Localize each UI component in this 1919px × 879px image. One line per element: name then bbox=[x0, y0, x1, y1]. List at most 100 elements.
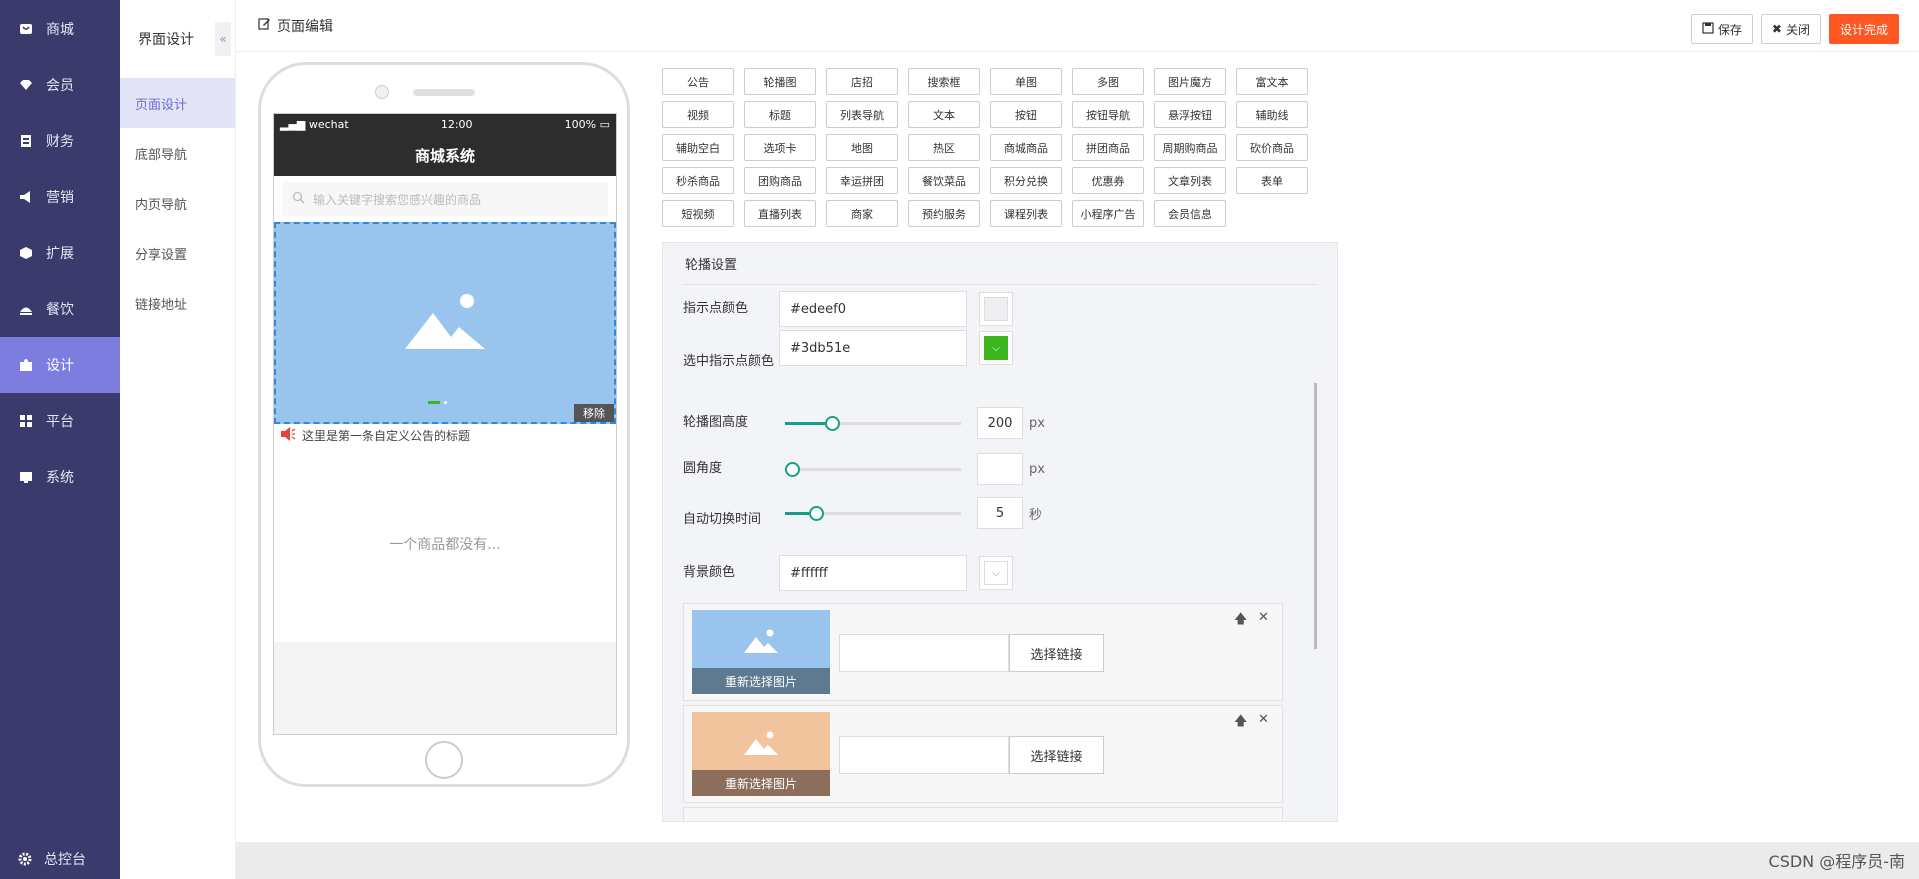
component-button[interactable]: 幸运拼团 bbox=[826, 167, 898, 194]
component-button[interactable]: 秒杀商品 bbox=[662, 167, 734, 194]
select-link-button[interactable]: 选择链接 bbox=[1009, 634, 1104, 672]
active-dot-color-picker[interactable]: ⌵ bbox=[979, 331, 1013, 365]
subnav-item-page-design[interactable]: 页面设计 bbox=[120, 78, 235, 128]
bg-color-picker[interactable]: ⌵ bbox=[979, 556, 1013, 590]
nav-item-marketing[interactable]: 营销 bbox=[0, 169, 120, 225]
move-up-icon[interactable]: 🡅 bbox=[1234, 610, 1247, 632]
component-button[interactable]: 表单 bbox=[1236, 167, 1308, 194]
component-button[interactable]: 课程列表 bbox=[990, 200, 1062, 227]
component-button[interactable]: 公告 bbox=[662, 68, 734, 95]
component-button[interactable]: 拼团商品 bbox=[1072, 134, 1144, 161]
component-button[interactable]: 搜索框 bbox=[908, 68, 980, 95]
component-button[interactable]: 辅助空白 bbox=[662, 134, 734, 161]
component-button[interactable]: 直播列表 bbox=[744, 200, 816, 227]
nav-item-finance[interactable]: 财务 bbox=[0, 113, 120, 169]
component-button[interactable]: 团购商品 bbox=[744, 167, 816, 194]
component-button[interactable]: 预约服务 bbox=[908, 200, 980, 227]
component-button[interactable]: 单图 bbox=[990, 68, 1062, 95]
component-button[interactable]: 店招 bbox=[826, 68, 898, 95]
component-button[interactable]: 按钮 bbox=[990, 101, 1062, 128]
close-button[interactable]: ✖ 关闭 bbox=[1760, 14, 1821, 44]
link-input[interactable] bbox=[839, 634, 1009, 672]
component-button[interactable]: 周期购商品 bbox=[1154, 134, 1226, 161]
image-thumbnail[interactable]: 重新选择图片 bbox=[692, 610, 830, 694]
carousel-image-item: 重新选择图片 选择链接 🡅 ✕ bbox=[683, 603, 1283, 701]
subnav-item-bottom-nav[interactable]: 底部导航 bbox=[120, 128, 235, 178]
dot-color-input[interactable]: #edeef0 bbox=[779, 291, 967, 327]
component-button[interactable]: 按钮导航 bbox=[1072, 101, 1144, 128]
component-button[interactable]: 视频 bbox=[662, 101, 734, 128]
component-button[interactable]: 热区 bbox=[908, 134, 980, 161]
nav-item-label: 会员 bbox=[46, 78, 74, 94]
subnav-item-inner-nav[interactable]: 内页导航 bbox=[120, 178, 235, 228]
save-button[interactable]: 保存 bbox=[1690, 14, 1753, 44]
nav-item-dashboard[interactable]: 总控台 bbox=[0, 839, 120, 879]
component-button[interactable]: 餐饮菜品 bbox=[908, 167, 980, 194]
slider-handle[interactable] bbox=[809, 506, 824, 521]
subnav-title-row: 界面设计 « bbox=[120, 0, 235, 78]
subnav-item-link-address[interactable]: 链接地址 bbox=[120, 278, 235, 328]
nav-item-platform[interactable]: 平台 bbox=[0, 393, 120, 449]
finish-design-button[interactable]: 设计完成 bbox=[1828, 14, 1899, 44]
phone-search-widget[interactable]: 输入关键字搜索您感兴趣的商品 bbox=[274, 176, 616, 222]
height-input[interactable]: 200 bbox=[977, 407, 1023, 439]
reselect-image-button[interactable]: 重新选择图片 bbox=[692, 668, 830, 694]
radius-unit: px bbox=[1029, 461, 1045, 477]
bg-color-input[interactable]: #ffffff bbox=[779, 555, 967, 591]
move-up-icon[interactable]: 🡅 bbox=[1234, 712, 1247, 734]
bg-color-row: 背景颜色 #ffffff ⌵ bbox=[683, 555, 1013, 591]
component-button[interactable]: 文本 bbox=[908, 101, 980, 128]
component-button[interactable]: 地图 bbox=[826, 134, 898, 161]
component-button[interactable]: 短视频 bbox=[662, 200, 734, 227]
component-button[interactable]: 多图 bbox=[1072, 68, 1144, 95]
select-link-button[interactable]: 选择链接 bbox=[1009, 736, 1104, 774]
nav-item-system[interactable]: 系统 bbox=[0, 449, 120, 505]
notice-widget[interactable]: 这里是第一条自定义公告的标题 bbox=[274, 424, 616, 446]
interval-slider[interactable] bbox=[785, 503, 961, 523]
close-icon[interactable]: ✕ bbox=[1258, 712, 1269, 727]
component-button[interactable]: 商家 bbox=[826, 200, 898, 227]
component-button[interactable]: 富文本 bbox=[1236, 68, 1308, 95]
nav-item-design[interactable]: 设计 bbox=[0, 337, 120, 393]
component-button[interactable]: 文章列表 bbox=[1154, 167, 1226, 194]
nav-item-shop[interactable]: 商城 bbox=[0, 1, 120, 57]
component-button[interactable]: 选项卡 bbox=[744, 134, 816, 161]
image-thumbnail[interactable]: 重新选择图片 bbox=[692, 712, 830, 796]
component-button[interactable]: 辅助线 bbox=[1236, 101, 1308, 128]
radius-slider[interactable] bbox=[785, 459, 961, 479]
subnav-item-share-settings[interactable]: 分享设置 bbox=[120, 228, 235, 278]
component-button[interactable]: 砍价商品 bbox=[1236, 134, 1308, 161]
interval-input[interactable]: 5 bbox=[977, 497, 1023, 529]
nav-item-member[interactable]: 会员 bbox=[0, 57, 120, 113]
phone-screen: ▂▄▆ wechat 12:00 100% ▭ 商城系统 输入关键字搜索您感兴趣… bbox=[273, 113, 617, 735]
nav-item-extend[interactable]: 扩展 bbox=[0, 225, 120, 281]
slider-handle[interactable] bbox=[825, 416, 840, 431]
active-dot-color-input[interactable]: #3db51e bbox=[779, 330, 967, 366]
phone-home-button bbox=[425, 741, 463, 779]
component-button[interactable]: 积分兑换 bbox=[990, 167, 1062, 194]
close-icon[interactable]: ✕ bbox=[1258, 610, 1269, 625]
reselect-image-button[interactable]: 重新选择图片 bbox=[692, 770, 830, 796]
dot-color-picker[interactable] bbox=[979, 292, 1013, 326]
component-button[interactable]: 列表导航 bbox=[826, 101, 898, 128]
carousel-widget[interactable]: 移除 bbox=[274, 222, 616, 424]
status-bar: ▂▄▆ wechat 12:00 100% ▭ bbox=[274, 114, 616, 134]
panel-scrollbar[interactable] bbox=[1314, 383, 1317, 649]
component-button[interactable]: 优惠券 bbox=[1072, 167, 1144, 194]
nav-item-dining[interactable]: 餐饮 bbox=[0, 281, 120, 337]
phone-search-box[interactable]: 输入关键字搜索您感兴趣的商品 bbox=[282, 182, 608, 216]
collapse-sidebar-button[interactable]: « bbox=[215, 22, 231, 56]
remove-widget-button[interactable]: 移除 bbox=[574, 404, 614, 422]
link-input[interactable] bbox=[839, 736, 1009, 774]
component-button[interactable]: 图片魔方 bbox=[1154, 68, 1226, 95]
product-list-empty: 一个商品都没有... bbox=[274, 446, 616, 642]
component-button[interactable]: 轮播图 bbox=[744, 68, 816, 95]
slider-handle[interactable] bbox=[785, 462, 800, 477]
component-button[interactable]: 标题 bbox=[744, 101, 816, 128]
height-slider[interactable] bbox=[785, 413, 961, 433]
radius-input[interactable] bbox=[977, 453, 1023, 485]
component-button[interactable]: 会员信息 bbox=[1154, 200, 1226, 227]
component-button[interactable]: 悬浮按钮 bbox=[1154, 101, 1226, 128]
component-button[interactable]: 商城商品 bbox=[990, 134, 1062, 161]
component-button[interactable]: 小程序广告 bbox=[1072, 200, 1144, 227]
